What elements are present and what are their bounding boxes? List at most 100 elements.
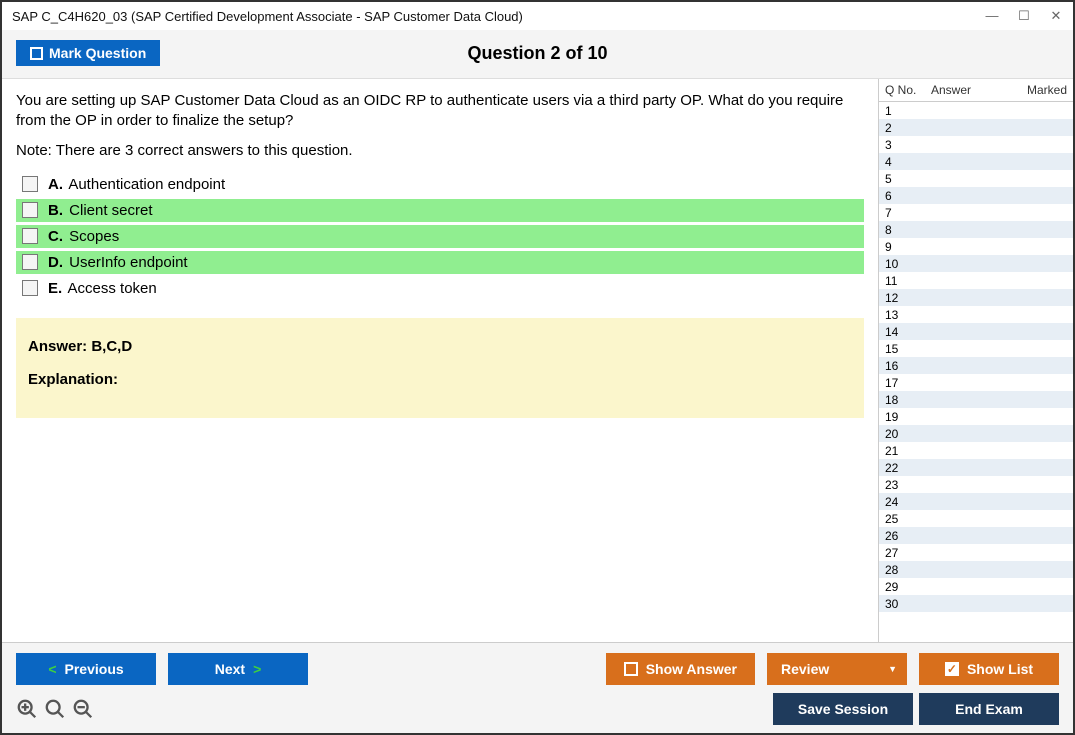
option-text: A. Authentication endpoint [48,176,225,193]
question-list-row[interactable]: 24 [879,493,1073,510]
question-list-row[interactable]: 16 [879,357,1073,374]
row-qno: 7 [879,206,915,220]
question-list-row[interactable]: 21 [879,442,1073,459]
question-list-row[interactable]: 3 [879,136,1073,153]
zoom-icon[interactable] [44,698,66,720]
row-qno: 22 [879,461,915,475]
footer: < Previous Next > Show Answer Review ▼ ✓… [2,642,1073,733]
row-qno: 29 [879,580,915,594]
option-checkbox[interactable] [22,176,38,192]
row-qno: 26 [879,529,915,543]
question-list-row[interactable]: 30 [879,595,1073,612]
row-qno: 23 [879,478,915,492]
option-row[interactable]: D. UserInfo endpoint [16,251,864,274]
minimize-button[interactable]: — [985,8,999,24]
question-list-row[interactable]: 11 [879,272,1073,289]
maximize-button[interactable]: ☐ [1017,8,1031,24]
show-list-button[interactable]: ✓ Show List [919,653,1059,685]
row-qno: 9 [879,240,915,254]
save-session-button[interactable]: Save Session [773,693,913,725]
answer-box: Answer: B,C,D Explanation: [16,318,864,418]
row-qno: 10 [879,257,915,271]
option-row[interactable]: E. Access token [16,277,864,300]
zoom-out-icon[interactable] [72,698,94,720]
question-list-row[interactable]: 19 [879,408,1073,425]
review-dropdown[interactable]: Review ▼ [767,653,907,685]
question-list-row[interactable]: 28 [879,561,1073,578]
row-qno: 17 [879,376,915,390]
row-qno: 19 [879,410,915,424]
question-list-row[interactable]: 12 [879,289,1073,306]
row-qno: 1 [879,104,915,118]
show-answer-button[interactable]: Show Answer [606,653,755,685]
question-list-row[interactable]: 26 [879,527,1073,544]
question-list-row[interactable]: 22 [879,459,1073,476]
question-list-row[interactable]: 4 [879,153,1073,170]
option-row[interactable]: B. Client secret [16,199,864,222]
answer-line: Answer: B,C,D [28,338,852,355]
mark-checkbox-icon [30,47,43,60]
check-icon: ✓ [945,662,959,676]
end-exam-button[interactable]: End Exam [919,693,1059,725]
list-header: Q No. Answer Marked [879,79,1073,102]
row-qno: 12 [879,291,915,305]
row-qno: 6 [879,189,915,203]
option-row[interactable]: C. Scopes [16,225,864,248]
window-controls: — ☐ ✕ [985,8,1063,24]
col-marked: Marked [1013,79,1073,101]
question-list-row[interactable]: 23 [879,476,1073,493]
option-row[interactable]: A. Authentication endpoint [16,173,864,196]
question-list-row[interactable]: 2 [879,119,1073,136]
question-list-row[interactable]: 7 [879,204,1073,221]
option-checkbox[interactable] [22,280,38,296]
previous-label: Previous [65,661,124,677]
question-list-row[interactable]: 10 [879,255,1073,272]
row-qno: 18 [879,393,915,407]
next-button[interactable]: Next > [168,653,308,685]
previous-button[interactable]: < Previous [16,653,156,685]
question-list-row[interactable]: 5 [879,170,1073,187]
question-counter: Question 2 of 10 [467,43,607,64]
question-list-row[interactable]: 25 [879,510,1073,527]
question-list-row[interactable]: 8 [879,221,1073,238]
window-title: SAP C_C4H620_03 (SAP Certified Developme… [12,9,523,24]
question-list-row[interactable]: 20 [879,425,1073,442]
option-checkbox[interactable] [22,254,38,270]
question-list-panel: Q No. Answer Marked 12345678910111213141… [878,79,1073,642]
row-qno: 24 [879,495,915,509]
question-list-row[interactable]: 6 [879,187,1073,204]
question-panel: You are setting up SAP Customer Data Clo… [2,79,878,642]
question-list-row[interactable]: 13 [879,306,1073,323]
row-qno: 13 [879,308,915,322]
question-list-row[interactable]: 29 [879,578,1073,595]
next-label: Next [215,661,245,677]
question-list-row[interactable]: 27 [879,544,1073,561]
options-list: A. Authentication endpoint B. Client secr… [16,173,864,300]
question-list-row[interactable]: 9 [879,238,1073,255]
chevron-left-icon: < [48,661,56,677]
question-note: Note: There are 3 correct answers to thi… [16,142,864,159]
question-list-row[interactable]: 1 [879,102,1073,119]
mark-label: Mark Question [49,45,146,61]
option-text: D. UserInfo endpoint [48,254,188,271]
row-qno: 27 [879,546,915,560]
option-checkbox[interactable] [22,228,38,244]
row-qno: 3 [879,138,915,152]
zoom-in-icon[interactable] [16,698,38,720]
question-list-row[interactable]: 14 [879,323,1073,340]
end-exam-label: End Exam [955,701,1023,717]
explanation-label: Explanation: [28,371,852,388]
show-answer-label: Show Answer [646,661,737,677]
row-qno: 21 [879,444,915,458]
option-checkbox[interactable] [22,202,38,218]
option-text: E. Access token [48,280,157,297]
question-list-row[interactable]: 15 [879,340,1073,357]
mark-question-button[interactable]: Mark Question [16,40,160,66]
close-button[interactable]: ✕ [1049,8,1063,24]
question-list-row[interactable]: 18 [879,391,1073,408]
chevron-down-icon: ▼ [888,664,897,674]
row-qno: 5 [879,172,915,186]
question-list-row[interactable]: 17 [879,374,1073,391]
question-text: You are setting up SAP Customer Data Clo… [16,91,864,132]
question-list[interactable]: 1234567891011121314151617181920212223242… [879,102,1073,642]
